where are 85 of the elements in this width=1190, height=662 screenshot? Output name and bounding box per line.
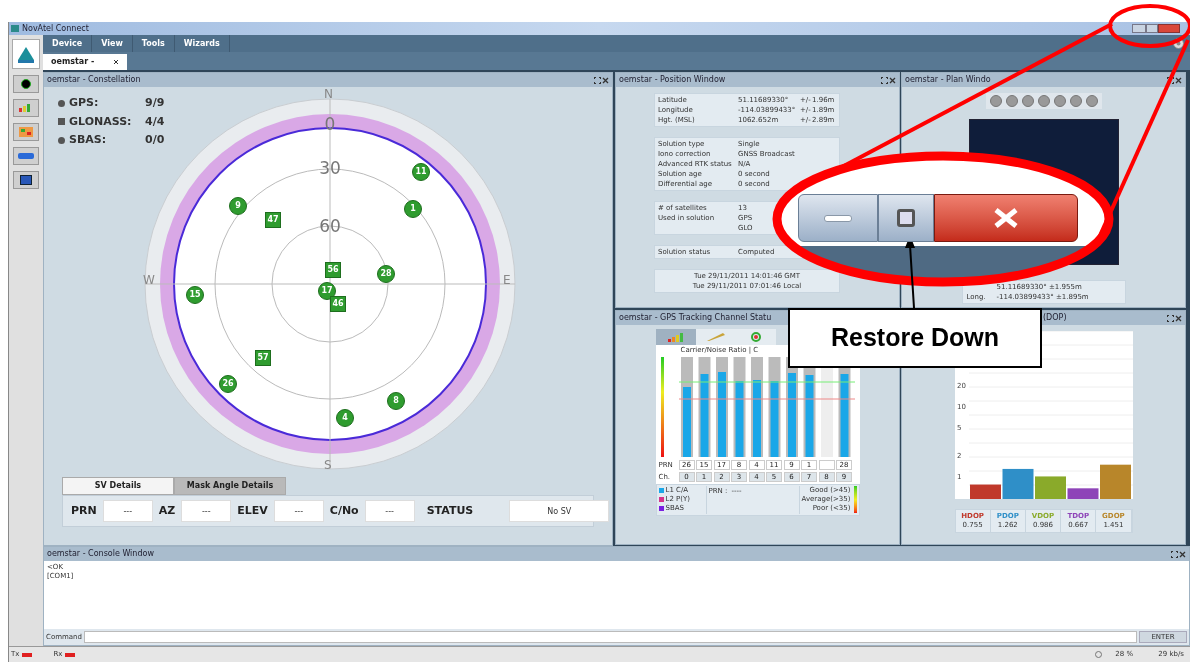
legend-count: 9/9: [145, 95, 165, 111]
compass-label: S: [324, 459, 332, 471]
zoom-button[interactable]: [1037, 95, 1050, 107]
field-label: ELEV: [237, 502, 268, 519]
rx-led-icon: [65, 652, 76, 657]
panel-title: oemstar - Plan Windo: [905, 74, 991, 86]
detail-tab[interactable]: Mask Angle Details: [174, 477, 286, 495]
ruler-icon: [706, 333, 725, 341]
close-icon[interactable]: [1175, 314, 1182, 322]
grid-icon: [19, 127, 33, 137]
callout-label: Restore Down: [788, 308, 1042, 368]
restore-button[interactable]: [1146, 24, 1158, 33]
close-icon[interactable]: [1179, 550, 1186, 558]
zoom-button[interactable]: [1053, 95, 1066, 107]
legend-count: 0/0: [145, 132, 165, 148]
circle-marker-icon: [58, 136, 65, 144]
logo-button[interactable]: [12, 39, 40, 69]
close-icon: [113, 59, 119, 65]
field-label: AZ: [158, 502, 176, 519]
bar-chart-icon: [19, 104, 33, 112]
readout-field[interactable]: ---: [181, 500, 232, 522]
panel-title: oemstar - Console Window: [47, 548, 154, 560]
compass-label: W: [143, 274, 155, 286]
settings-icon[interactable]: [1173, 38, 1184, 49]
glonass-satellite[interactable]: 46: [330, 296, 346, 312]
compass-label: E: [503, 274, 511, 286]
zoom-button[interactable]: [1005, 95, 1018, 107]
zoom-button[interactable]: [1069, 95, 1082, 107]
field-label: STATUS: [426, 502, 474, 519]
quality-scale-icon: [853, 486, 857, 513]
legend-count: 4/4: [145, 113, 165, 130]
expand-icon[interactable]: [594, 76, 601, 84]
close-icon[interactable]: [1175, 76, 1182, 84]
field-label: C/No: [329, 502, 359, 519]
close-icon[interactable]: [889, 76, 896, 84]
minimize-button[interactable]: [798, 194, 878, 242]
zoom-button[interactable]: [1085, 95, 1098, 107]
field-label: PRN: [71, 502, 97, 519]
panel-title: oemstar - GPS Tracking Channel Statu: [619, 312, 772, 324]
close-icon: [993, 207, 1019, 229]
readout-field[interactable]: ---: [364, 500, 415, 522]
signal-bars-icon: [667, 332, 684, 342]
expand-icon[interactable]: [881, 76, 888, 84]
glonass-satellite[interactable]: 57: [255, 350, 271, 366]
legend-label: GLONASS:: [69, 113, 133, 130]
close-icon[interactable]: [602, 76, 609, 84]
window-icon: [20, 175, 32, 185]
restore-icon: [897, 209, 915, 227]
window-title: NovAtel Connect: [22, 23, 89, 34]
satellite-tab[interactable]: [735, 329, 776, 345]
expand-icon[interactable]: [1171, 550, 1178, 558]
panel-title: (DOP): [1043, 312, 1067, 324]
expand-icon[interactable]: [1167, 76, 1174, 84]
tool-button[interactable]: [13, 171, 39, 189]
command-field[interactable]: [84, 631, 1137, 643]
tool-button[interactable]: [13, 75, 39, 93]
minimize-icon: [824, 214, 852, 222]
zoom-button[interactable]: [989, 95, 1002, 107]
minimize-button[interactable]: [1132, 24, 1146, 33]
prn-cell: [818, 460, 835, 471]
app-icon: [11, 25, 19, 32]
glonass-satellite[interactable]: 56: [325, 262, 341, 278]
satellite-icon: [749, 332, 762, 342]
gauge-icon: [21, 79, 31, 89]
compass-label: N: [324, 88, 333, 100]
readout-field[interactable]: ---: [273, 500, 324, 522]
elevation-label: 30: [319, 160, 341, 177]
tx-led-icon: [22, 652, 33, 657]
legend-label: SBAS:: [69, 132, 108, 148]
detail-tab[interactable]: SV Details: [62, 477, 174, 495]
expand-icon[interactable]: [1167, 314, 1174, 322]
zoom-button[interactable]: [1021, 95, 1034, 107]
close-button[interactable]: [934, 194, 1078, 242]
legend-label: GPS:: [69, 95, 100, 111]
readout-field[interactable]: No SV: [509, 500, 610, 522]
circle-marker-icon: [58, 99, 65, 107]
panel-title: oemstar - Position Window: [619, 74, 726, 86]
glonass-satellite[interactable]: 47: [265, 212, 281, 228]
readout-field[interactable]: ---: [102, 500, 153, 522]
elevation-label: 60: [319, 218, 341, 235]
chip-icon: [18, 153, 34, 159]
square-marker-icon: [58, 118, 65, 126]
document-tab[interactable]: oemstar -: [43, 54, 127, 70]
restore-button[interactable]: [878, 194, 934, 242]
panel-title: oemstar - Constellation: [47, 74, 141, 86]
